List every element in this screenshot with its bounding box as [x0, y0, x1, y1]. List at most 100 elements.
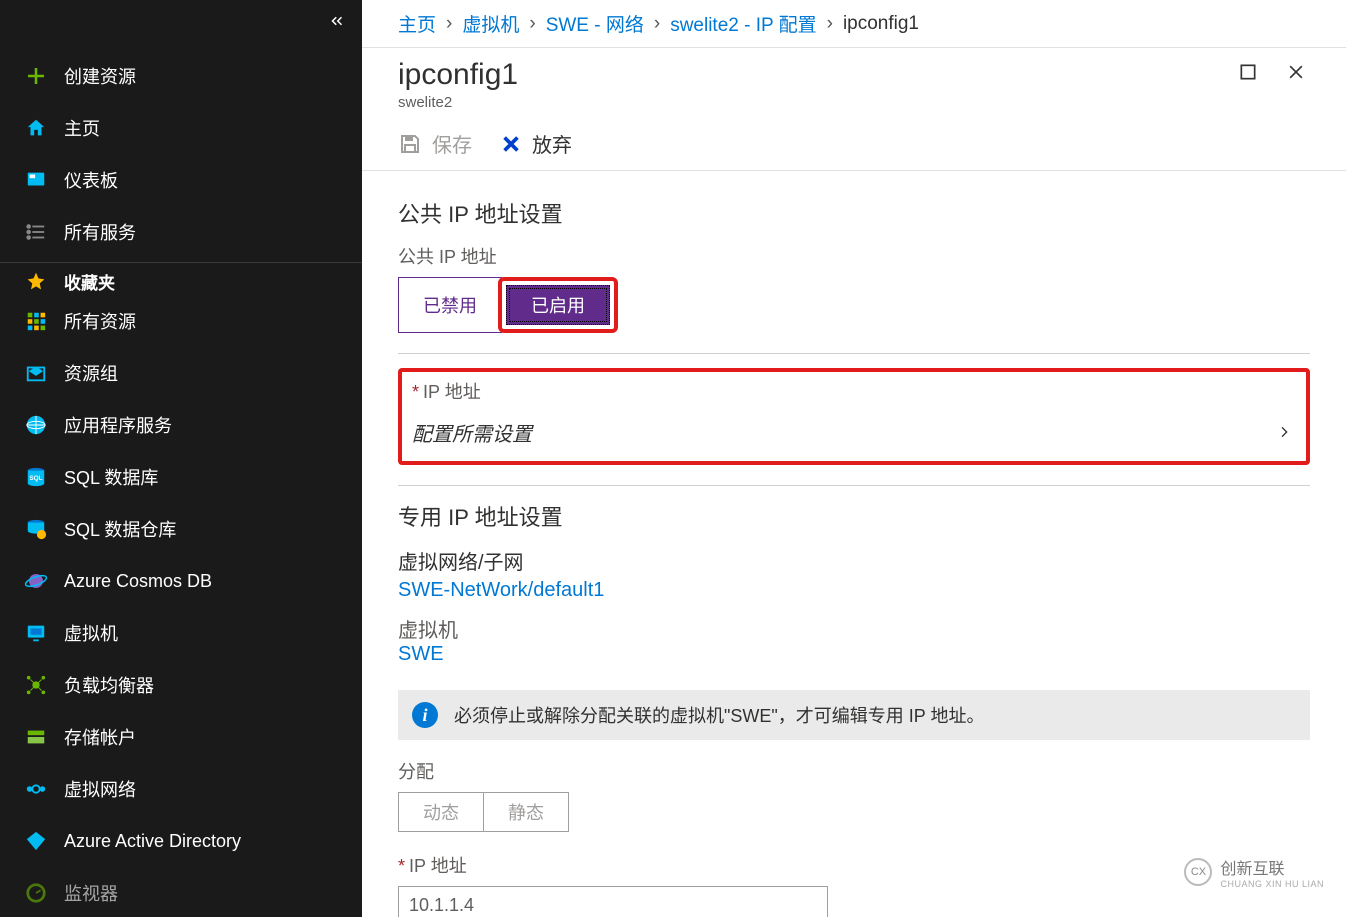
sidebar-item-label: 应用程序服务 [64, 412, 172, 438]
private-ip-address-label: *IP 地址 [398, 852, 1310, 878]
sidebar-item-vm[interactable]: 虚拟机 [0, 607, 362, 659]
load-balancer-icon [22, 671, 50, 699]
sidebar-item-label: Azure Active Directory [64, 831, 241, 852]
cosmos-db-icon [22, 567, 50, 595]
list-icon [22, 218, 50, 246]
info-icon: i [412, 702, 438, 728]
sidebar-item-label: 所有服务 [64, 219, 136, 245]
maximize-icon [1238, 62, 1258, 82]
sidebar-item-app-service[interactable]: 应用程序服务 [0, 399, 362, 451]
sidebar-item-create-resource[interactable]: 创建资源 [0, 50, 362, 102]
discard-button[interactable]: 放弃 [500, 129, 572, 158]
watermark-line2: CHUANG XIN HU LIAN [1220, 879, 1324, 889]
chevron-double-left-icon [328, 12, 346, 30]
app-service-icon [22, 411, 50, 439]
sidebar-item-label: 虚拟网络 [64, 776, 136, 802]
ip-address-label: *IP 地址 [412, 378, 1296, 404]
sidebar-item-resource-group[interactable]: 资源组 [0, 347, 362, 399]
sidebar-item-home[interactable]: 主页 [0, 102, 362, 154]
public-ip-enabled-button[interactable]: 已启用 [506, 285, 610, 325]
sidebar-collapse-button[interactable] [328, 12, 346, 33]
sidebar-item-label: 存储帐户 [64, 724, 136, 750]
breadcrumb-vm[interactable]: 虚拟机 [462, 10, 519, 37]
vm-icon [22, 619, 50, 647]
breadcrumb-current: ipconfig1 [843, 13, 919, 35]
vm-label: 虚拟机 [398, 614, 1310, 643]
ip-address-placeholder: 配置所需设置 [412, 418, 532, 447]
discard-label: 放弃 [532, 129, 572, 158]
sidebar-item-aad[interactable]: Azure Active Directory [0, 815, 362, 867]
allocation-toggle: 动态 静态 [398, 792, 1310, 832]
breadcrumb-home[interactable]: 主页 [398, 10, 436, 37]
sidebar-item-label: 资源组 [64, 360, 118, 386]
chevron-right-icon: › [654, 13, 660, 35]
allocation-static-button: 静态 [484, 792, 569, 832]
public-ip-label: 公共 IP 地址 [398, 243, 1310, 269]
content-area: 公共 IP 地址设置 公共 IP 地址 已禁用 已启用 *IP 地址 配置所需设… [362, 171, 1346, 917]
resource-group-icon [22, 359, 50, 387]
sidebar-item-label: 主页 [64, 115, 100, 141]
sidebar-item-label: SQL 数据仓库 [64, 516, 176, 542]
public-ip-toggle: 已禁用 已启用 [398, 277, 618, 333]
public-ip-section-title: 公共 IP 地址设置 [398, 197, 1310, 229]
chevron-right-icon: › [529, 13, 535, 35]
sidebar-item-load-balancer[interactable]: 负载均衡器 [0, 659, 362, 711]
sidebar-favorites-header: 收藏夹 [0, 267, 362, 295]
sidebar-item-sql-dw[interactable]: SQL 数据仓库 [0, 503, 362, 555]
sidebar-item-monitor[interactable]: 监视器 [0, 867, 362, 919]
sidebar-item-sql-db[interactable]: SQL SQL 数据库 [0, 451, 362, 503]
aad-icon [22, 827, 50, 855]
vnet-icon [22, 775, 50, 803]
vm-value-link[interactable]: SWE [398, 643, 1310, 666]
private-ip-address-input[interactable] [398, 886, 828, 917]
sql-db-icon: SQL [22, 463, 50, 491]
watermark-logo-icon: CX [1184, 858, 1212, 886]
page-header: ipconfig1 swelite2 [362, 48, 1346, 111]
maximize-button[interactable] [1234, 58, 1262, 86]
discard-icon [500, 133, 522, 155]
vnet-value[interactable]: SWE-NetWork/default1 [398, 579, 1310, 602]
sidebar-item-label: 负载均衡器 [64, 672, 154, 698]
sidebar-item-label: 虚拟机 [64, 620, 118, 646]
sidebar-item-label: Azure Cosmos DB [64, 571, 212, 592]
close-icon [1286, 62, 1306, 82]
sidebar-item-all-resources[interactable]: 所有资源 [0, 295, 362, 347]
divider [398, 485, 1310, 486]
sidebar-item-storage[interactable]: 存储帐户 [0, 711, 362, 763]
configure-ip-address-row[interactable]: 配置所需设置 [412, 412, 1296, 455]
sidebar-item-all-services[interactable]: 所有服务 [0, 206, 362, 258]
plus-icon [22, 62, 50, 90]
sidebar-primary-list: 创建资源 主页 仪表板 所有服务 [0, 0, 362, 258]
save-button: 保存 [398, 129, 472, 158]
sidebar-item-label: 所有资源 [64, 308, 136, 334]
star-icon [22, 267, 50, 295]
breadcrumb-swe-network[interactable]: SWE - 网络 [546, 10, 644, 37]
divider [398, 353, 1310, 354]
chevron-right-icon: › [446, 13, 452, 35]
watermark: CX 创新互联 CHUANG XIN HU LIAN [1174, 849, 1334, 895]
breadcrumb-swelite2-ip[interactable]: swelite2 - IP 配置 [670, 10, 816, 37]
public-ip-disabled-button[interactable]: 已禁用 [398, 277, 502, 333]
allocation-label: 分配 [398, 758, 1310, 784]
favorites-label: 收藏夹 [64, 269, 115, 294]
sidebar-favorites-list: 所有资源 资源组 应用程序服务 SQL SQL 数据库 SQL 数据仓库 Azu… [0, 295, 362, 919]
sidebar-item-label: SQL 数据库 [64, 464, 158, 490]
sidebar-item-vnet[interactable]: 虚拟网络 [0, 763, 362, 815]
sidebar-item-label: 仪表板 [64, 167, 118, 193]
breadcrumb: 主页 › 虚拟机 › SWE - 网络 › swelite2 - IP 配置 ›… [362, 0, 1346, 48]
svg-text:SQL: SQL [29, 475, 42, 482]
sidebar-item-dashboard[interactable]: 仪表板 [0, 154, 362, 206]
highlight-enabled: 已启用 [498, 277, 618, 333]
grid-icon [22, 307, 50, 335]
save-icon [398, 132, 422, 156]
toolbar: 保存 放弃 [362, 111, 1346, 171]
sql-dw-icon [22, 515, 50, 543]
close-button[interactable] [1282, 58, 1310, 86]
save-label: 保存 [432, 129, 472, 158]
sidebar-item-cosmos-db[interactable]: Azure Cosmos DB [0, 555, 362, 607]
sidebar: 创建资源 主页 仪表板 所有服务 收藏夹 所有资源 资源组 应用程序服务 [0, 0, 362, 917]
chevron-right-icon: › [827, 13, 833, 35]
main-pane: 主页 › 虚拟机 › SWE - 网络 › swelite2 - IP 配置 ›… [362, 0, 1346, 917]
sidebar-item-label: 创建资源 [64, 63, 136, 89]
page-title: ipconfig1 [398, 58, 518, 92]
